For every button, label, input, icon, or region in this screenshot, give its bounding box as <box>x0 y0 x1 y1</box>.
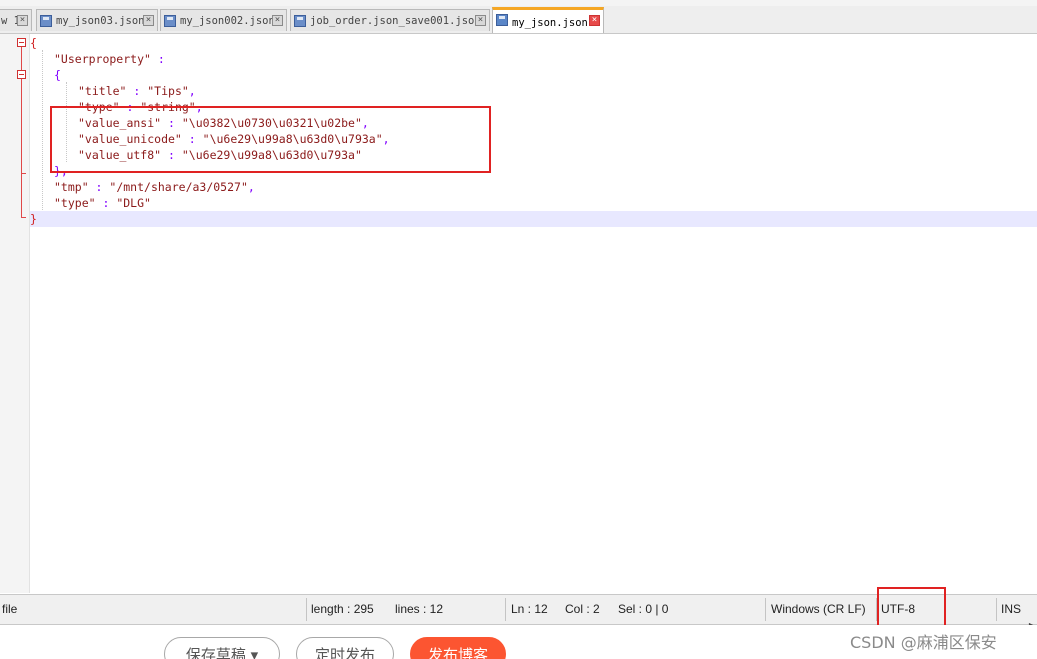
status-sel: Sel : 0 | 0 <box>618 602 669 616</box>
code-line[interactable]: } <box>30 211 1037 227</box>
code-line[interactable]: "title" : "Tips", <box>30 83 1037 99</box>
editor-area[interactable]: {"Userproperty" : {"title" : "Tips", "typ… <box>0 34 1037 593</box>
json-separator: : <box>150 52 172 66</box>
fold-end-marker <box>21 217 26 218</box>
tab-new-1[interactable]: w 1 × <box>0 9 32 31</box>
menu-strip <box>0 0 1037 6</box>
fold-end-marker <box>21 173 26 174</box>
code-line[interactable]: "tmp" : "/mnt/share/a3/0527", <box>30 179 1037 195</box>
tab-my-json03[interactable]: my_json03.json × <box>36 9 158 31</box>
json-comma: , <box>247 180 255 194</box>
json-string-value: "/mnt/share/a3/0527" <box>109 180 248 194</box>
close-icon[interactable]: × <box>17 15 28 26</box>
close-icon[interactable]: × <box>475 15 486 26</box>
fold-gutter <box>0 34 30 593</box>
status-insert-mode[interactable]: INS <box>1001 595 1021 624</box>
status-lines: lines : 12 <box>395 602 444 616</box>
json-string-value: "Tips" <box>147 84 189 98</box>
csdn-watermark: CSDN @麻浦区保安 <box>850 633 997 652</box>
save-file-icon <box>40 15 52 27</box>
save-draft-button[interactable]: 保存草稿 ▾ <box>164 637 280 659</box>
json-key: "type" <box>54 196 96 210</box>
tab-label: my_json.json <box>512 17 588 29</box>
code-line[interactable]: "type" : "DLG" <box>30 195 1037 211</box>
fold-collapse-icon[interactable] <box>17 70 26 79</box>
close-icon[interactable]: × <box>272 15 283 26</box>
json-brace: { <box>54 68 61 82</box>
json-comma: , <box>188 84 196 98</box>
save-file-icon <box>294 15 306 27</box>
schedule-publish-button[interactable]: 定时发布 <box>296 637 394 659</box>
status-file-type: file <box>2 602 18 616</box>
save-file-icon <box>164 15 176 27</box>
json-separator: : <box>88 180 110 194</box>
status-col: Col : 2 <box>565 602 600 616</box>
save-file-icon <box>496 14 508 26</box>
status-separator <box>306 598 307 621</box>
tab-my-json002[interactable]: my_json002.json × <box>160 9 287 31</box>
json-brace: { <box>30 36 37 50</box>
json-separator: : <box>126 84 148 98</box>
status-ln: Ln : 12 <box>511 602 548 616</box>
fold-collapse-icon[interactable] <box>17 38 26 47</box>
status-separator <box>765 598 766 621</box>
json-key: "Userproperty" <box>54 52 151 66</box>
json-key: "title" <box>78 84 127 98</box>
json-separator: : <box>95 196 117 210</box>
tab-job-order[interactable]: job_order.json_save001.json × <box>290 9 490 31</box>
publish-blog-button[interactable]: 发布博客 <box>410 637 506 659</box>
tab-my-json[interactable]: my_json.json × <box>492 7 604 33</box>
annotation-highlight-box <box>50 106 491 173</box>
blog-action-bar: 保存草稿 ▾ 定时发布 发布博客 CSDN @麻浦区保安 <box>0 625 1037 659</box>
json-brace: } <box>30 212 37 226</box>
status-eol[interactable]: Windows (CR LF) <box>771 595 866 624</box>
close-icon[interactable]: × <box>143 15 154 26</box>
tab-label: my_json002.json <box>180 15 275 27</box>
json-key: "tmp" <box>54 180 89 194</box>
tab-label: job_order.json_save001.json <box>310 15 481 27</box>
tab-label: my_json03.json <box>56 15 145 27</box>
status-separator <box>505 598 506 621</box>
status-separator <box>996 598 997 621</box>
tab-bar: w 1 × my_json03.json × my_json002.json ×… <box>0 0 1037 34</box>
code-line[interactable]: "Userproperty" : <box>30 51 1037 67</box>
status-length: length : 295 <box>311 602 374 616</box>
code-line[interactable]: { <box>30 67 1037 83</box>
code-line[interactable]: { <box>30 35 1037 51</box>
json-string-value: "DLG" <box>116 196 151 210</box>
close-icon[interactable]: × <box>589 15 600 26</box>
